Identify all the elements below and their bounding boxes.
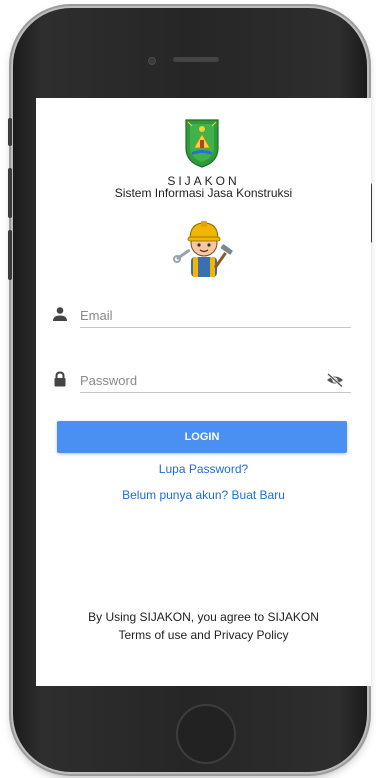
mute-switch: [8, 118, 12, 146]
person-icon: [53, 307, 67, 321]
construction-worker-mascot: [173, 221, 233, 277]
eye-off-icon[interactable]: [326, 372, 344, 388]
front-camera: [148, 57, 156, 65]
regional-emblem-logo: [185, 119, 219, 168]
terms-notice-line1: By Using SIJAKON, you agree to SIJAKON: [88, 610, 319, 624]
forgot-password-link[interactable]: Lupa Password?: [36, 462, 371, 476]
password-field[interactable]: [80, 373, 351, 393]
lock-icon: [54, 371, 66, 387]
home-button[interactable]: [176, 704, 236, 764]
earpiece-speaker: [173, 57, 219, 62]
volume-down-button: [8, 230, 12, 280]
terms-notice-line2: Terms of use and Privacy Policy: [118, 628, 289, 642]
login-screen: SIJAKON Sistem Informasi Jasa Konstruksi…: [36, 98, 371, 686]
email-field[interactable]: [80, 308, 351, 328]
app-subtitle: Sistem Informasi Jasa Konstruksi: [114, 186, 293, 200]
register-link[interactable]: Belum punya akun? Buat Baru: [36, 488, 371, 502]
login-button[interactable]: LOGIN: [57, 421, 347, 453]
volume-up-button: [8, 168, 12, 218]
